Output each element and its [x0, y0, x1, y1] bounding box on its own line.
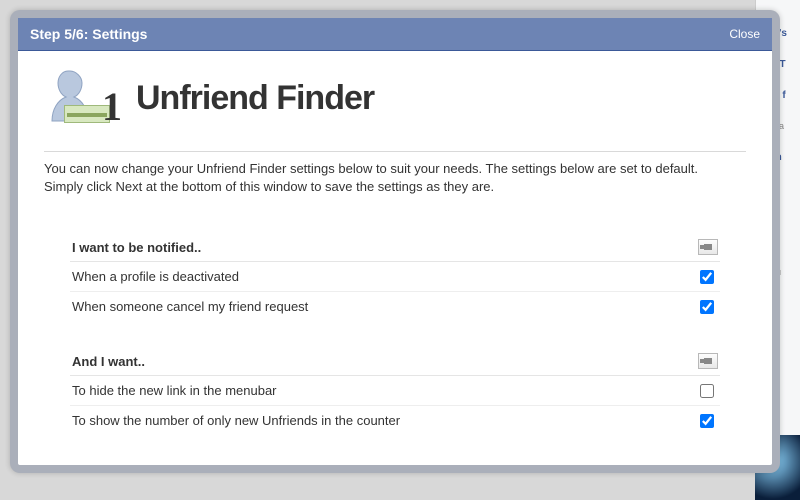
dialog-header: Step 5/6: Settings Close [18, 18, 772, 51]
option-label: When someone cancel my friend request [72, 299, 308, 314]
option-label: To show the number of only new Unfriends… [72, 413, 400, 428]
dialog-title: Step 5/6: Settings [30, 26, 147, 42]
group-heading: I want to be notified.. [72, 240, 201, 255]
intro-line: You can now change your Unfriend Finder … [44, 160, 746, 178]
settings-group-notify: I want to be notified.. When a profile i… [70, 233, 720, 321]
settings-group-want: And I want.. To hide the new link in the… [70, 347, 720, 435]
option-row: To hide the new link in the menubar [70, 376, 720, 406]
brand-row: 1 Unfriend Finder [44, 67, 746, 129]
option-row: When someone cancel my friend request [70, 292, 720, 321]
collapse-toggle-icon[interactable] [698, 239, 718, 255]
unfriend-logo-icon: 1 [44, 67, 116, 129]
option-checkbox-cancel-request[interactable] [700, 300, 714, 314]
option-checkbox-hide-link[interactable] [700, 384, 714, 398]
settings-dialog: Step 5/6: Settings Close 1 Unfriend Find… [10, 10, 780, 473]
intro-line: Simply click Next at the bottom of this … [44, 178, 746, 196]
divider [44, 151, 746, 152]
option-row: To show the number of only new Unfriends… [70, 406, 720, 435]
option-checkbox-deactivated[interactable] [700, 270, 714, 284]
app-title: Unfriend Finder [136, 79, 374, 118]
option-label: To hide the new link in the menubar [72, 383, 277, 398]
option-row: When a profile is deactivated [70, 262, 720, 292]
intro-text: You can now change your Unfriend Finder … [44, 160, 746, 195]
close-button[interactable]: Close [729, 27, 760, 41]
group-heading: And I want.. [72, 354, 145, 369]
collapse-toggle-icon[interactable] [698, 353, 718, 369]
option-checkbox-show-count[interactable] [700, 414, 714, 428]
option-label: When a profile is deactivated [72, 269, 239, 284]
